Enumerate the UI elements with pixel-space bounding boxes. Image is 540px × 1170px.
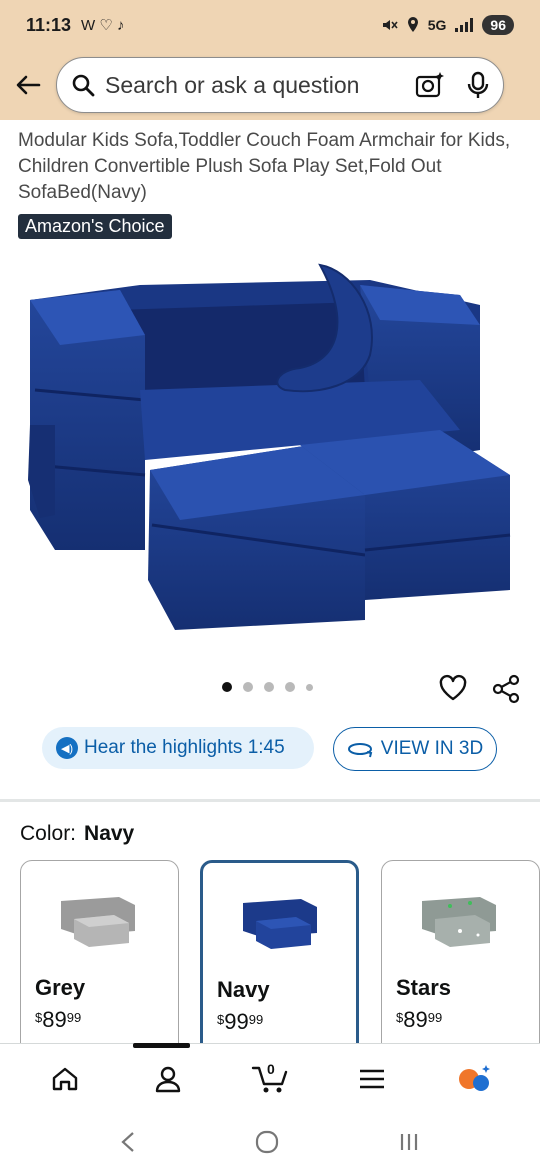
nav-menu[interactable] (342, 1054, 402, 1104)
carousel-dot[interactable] (222, 682, 232, 692)
nav-rufus[interactable] (445, 1054, 505, 1104)
system-recents-icon[interactable] (398, 1131, 420, 1153)
status-right: 5G 96 (380, 15, 514, 35)
search-header: Search or ask a question (0, 50, 540, 120)
image-carousel-dots[interactable] (222, 682, 313, 692)
audio-play-icon: ◀) (56, 737, 78, 759)
location-icon (407, 17, 418, 32)
rotate-3d-icon (347, 743, 373, 758)
carousel-dot[interactable] (264, 682, 274, 692)
color-option-price: $9999 (217, 1009, 264, 1034)
search-input[interactable]: Search or ask a question (56, 57, 504, 113)
color-selector-label: Color: Navy (20, 822, 134, 846)
stars-sofa-thumbnail (422, 897, 496, 947)
nav-account[interactable] (138, 1054, 198, 1104)
system-home-icon[interactable] (255, 1130, 279, 1154)
selected-color: Navy (84, 822, 135, 845)
color-option-name: Grey (35, 975, 86, 1000)
mute-icon (382, 20, 398, 30)
color-option-navy[interactable]: Navy $9999 (200, 860, 359, 1060)
battery-indicator: 96 (482, 15, 514, 35)
product-title[interactable]: Modular Kids Sofa,Toddler Couch Foam Arm… (18, 128, 528, 206)
product-image[interactable] (20, 250, 520, 650)
notification-icons: W ♡ ♪ (81, 17, 125, 34)
back-arrow-icon (16, 75, 41, 95)
network-label: 5G (427, 17, 447, 33)
color-option-price: $8999 (35, 1007, 82, 1032)
signal-icon (455, 18, 474, 32)
amazons-choice-badge: Amazon's Choice (18, 214, 172, 239)
hamburger-menu-icon (360, 1069, 385, 1088)
color-option-grey[interactable]: Grey $8999 (20, 860, 179, 1060)
back-button[interactable] (0, 74, 56, 96)
system-navigation-bar (0, 1113, 540, 1170)
home-icon (52, 1067, 78, 1090)
carousel-dot[interactable] (243, 682, 253, 692)
carousel-dot[interactable] (306, 683, 313, 691)
share-icon[interactable] (491, 674, 521, 704)
status-time: 11:13 (26, 14, 72, 35)
heart-icon[interactable] (438, 674, 468, 702)
system-back-icon[interactable] (120, 1131, 136, 1153)
nav-cart[interactable]: 0 (240, 1054, 300, 1104)
active-tab-indicator (133, 1043, 190, 1048)
view-in-3d-label: VIEW IN 3D (380, 738, 484, 759)
carousel-dot[interactable] (285, 682, 295, 692)
color-option-name: Stars (396, 975, 452, 1000)
search-icon (72, 74, 95, 97)
grey-sofa-thumbnail (61, 897, 135, 947)
rufus-assistant-icon (458, 1064, 490, 1091)
microphone-icon[interactable] (467, 71, 489, 99)
view-in-3d-button[interactable]: VIEW IN 3D (333, 727, 497, 771)
bottom-navigation: 0 (0, 1043, 540, 1113)
hear-highlights-label: Hear the highlights 1:45 (84, 737, 285, 758)
color-label: Color: (20, 822, 77, 845)
section-divider (0, 799, 540, 802)
person-icon (155, 1066, 180, 1092)
color-option-stars[interactable]: Stars $8999 (381, 860, 540, 1060)
status-bar: 11:13 W ♡ ♪ 5G 96 (0, 0, 540, 50)
color-option-name: Navy (217, 977, 270, 1002)
navy-sofa-thumbnail (243, 899, 317, 949)
search-placeholder: Search or ask a question (105, 71, 360, 98)
cart-count: 0 (266, 1060, 275, 1077)
nav-home[interactable] (35, 1054, 95, 1104)
hear-highlights-button[interactable]: ◀) Hear the highlights 1:45 (42, 727, 314, 769)
camera-search-icon[interactable] (415, 71, 445, 99)
color-option-price: $8999 (396, 1007, 443, 1032)
